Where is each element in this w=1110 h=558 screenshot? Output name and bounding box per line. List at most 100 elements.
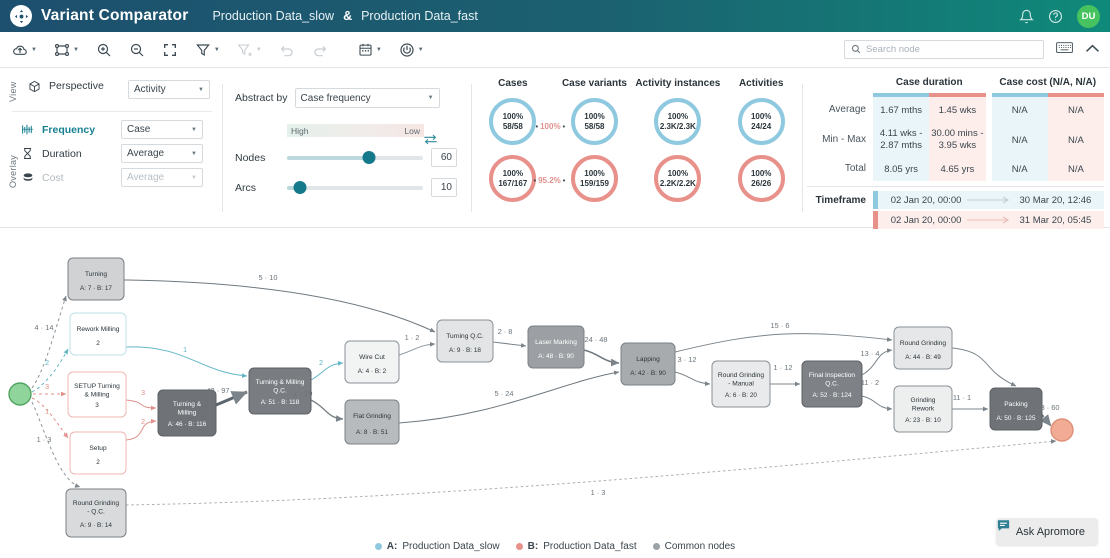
graph-edge[interactable]: [399, 344, 435, 355]
graph-node[interactable]: Flat GrindingA: 8 · B: 51: [345, 400, 399, 444]
arcs-slider-handle[interactable]: [294, 181, 307, 194]
graph-edge[interactable]: [311, 400, 343, 419]
chevron-up-icon[interactable]: [1085, 42, 1100, 57]
metric-header: Activities: [739, 78, 783, 89]
graph-edge[interactable]: [584, 350, 619, 363]
notification-bell-icon[interactable]: [1019, 9, 1034, 24]
dataset-b-name[interactable]: Production Data_fast: [361, 9, 478, 23]
frequency-select[interactable]: Case ▼: [121, 120, 203, 139]
duration-select[interactable]: Average ▼: [121, 144, 203, 163]
donut-value: 58/58: [503, 122, 523, 132]
graph-node[interactable]: Setup2: [70, 432, 126, 474]
graph-node-stats: A: 4 · B: 2: [358, 368, 387, 375]
graph-node[interactable]: Round Grinding- ManualA: 6 · B: 20: [712, 361, 770, 407]
power-dial-icon[interactable]: ▼: [397, 42, 426, 58]
donut-pct: 100%: [668, 169, 688, 179]
graph-node[interactable]: LappingA: 42 · B: 90: [621, 343, 675, 385]
start-node[interactable]: [9, 383, 31, 405]
nodes-slider[interactable]: [287, 156, 423, 160]
process-graph-canvas[interactable]: TurningA: 7 · B: 17 Rework Milling2 SETUP …: [0, 229, 1110, 558]
graph-edge-label: 1 · 19: [294, 389, 313, 398]
ask-apromore-button[interactable]: Ask Apromore: [996, 518, 1098, 545]
graph-node[interactable]: SETUP Turning& Milling3: [68, 372, 126, 417]
filter-icon[interactable]: ▼: [193, 42, 222, 58]
search-input[interactable]: [866, 44, 1037, 55]
chevron-down-icon[interactable]: ▼: [214, 47, 220, 53]
graph-edge[interactable]: [126, 400, 156, 408]
graph-node[interactable]: Laser MarkingA: 48 · B: 90: [528, 326, 584, 368]
metrics-donuts-panel: Cases 100% 58/58 100% 167/167 Case varia…: [472, 68, 802, 227]
export-cloud-icon[interactable]: ▼: [10, 42, 39, 58]
graph-node[interactable]: Final InspectionQ.C.A: 52 · B: 124: [802, 361, 862, 407]
graph-node[interactable]: Rework Milling2: [70, 313, 126, 355]
graph-edge[interactable]: [1042, 415, 1051, 426]
graph-edge[interactable]: [675, 372, 710, 384]
graph-node-label: Round Grinding: [73, 500, 120, 507]
graph-edge[interactable]: [952, 348, 1016, 386]
graph-edge[interactable]: [311, 363, 343, 380]
zoom-in-icon[interactable]: [94, 42, 114, 58]
end-node[interactable]: [1051, 419, 1073, 441]
abstract-by-select[interactable]: Case frequency ▼: [295, 88, 440, 108]
high-label: High: [291, 126, 308, 136]
process-graph[interactable]: TurningA: 7 · B: 17 Rework Milling2 SETUP …: [0, 229, 1110, 558]
graph-node[interactable]: TurningA: 7 · B: 17: [68, 258, 124, 300]
calendar-icon[interactable]: ▼: [356, 42, 384, 57]
high-low-gradient: High Low: [287, 124, 424, 137]
graph-node-stats: 2: [96, 340, 100, 347]
graph-node[interactable]: GrindingReworkA: 23 · B: 10: [894, 386, 952, 432]
cost-stack-icon: [20, 171, 35, 184]
arcs-value[interactable]: 10: [431, 178, 457, 197]
graph-edge[interactable]: [675, 334, 892, 352]
graph-node[interactable]: Turning Q.C.A: 9 · B: 18: [437, 320, 493, 362]
view-section-label: View: [8, 80, 18, 102]
graph-edge[interactable]: [493, 342, 526, 346]
zoom-out-icon[interactable]: [127, 42, 147, 58]
cell-total-cost-b: N/A: [1048, 157, 1104, 181]
arcs-slider[interactable]: [287, 186, 423, 190]
cell-minmax-cost-b: N/A: [1048, 123, 1104, 157]
graph-edge-label: 13 · 60: [1036, 403, 1059, 412]
chevron-down-icon[interactable]: ▼: [418, 47, 424, 53]
cell-avg-dur-b: 1.45 wks: [929, 97, 985, 123]
graph-edge[interactable]: [32, 296, 66, 388]
graph-edge-label: 2: [45, 358, 49, 367]
chevron-down-icon[interactable]: ▼: [73, 47, 79, 53]
dataset-a-name[interactable]: Production Data_slow: [212, 9, 334, 23]
graph-node[interactable]: Round GrindingA: 44 · B: 49: [894, 327, 952, 369]
cell-minmax-dur-b: 30.00 mins - 3.95 wks: [929, 123, 985, 157]
chevron-down-icon[interactable]: ▼: [31, 47, 37, 53]
graph-node-label: Q.C.: [273, 388, 287, 395]
nodes-slider-handle[interactable]: [362, 151, 375, 164]
low-label: Low: [404, 126, 420, 136]
case-duration-header: Case duration: [873, 77, 986, 88]
swap-arrows-icon[interactable]: [423, 132, 438, 150]
view-overlay-panel: View Perspective Activity ▼ Overlay: [0, 68, 222, 227]
graph-edge[interactable]: [32, 349, 68, 392]
graph-node[interactable]: Round Grinding- Q.C.A: 9 · B: 14: [66, 489, 126, 537]
connector-label-a: 100%: [534, 122, 567, 131]
keyboard-icon[interactable]: [1056, 41, 1073, 59]
graph-node-label: Milling: [178, 410, 197, 417]
graph-edge[interactable]: [124, 280, 435, 332]
graph-node[interactable]: Wire CutA: 4 · B: 2: [345, 341, 399, 383]
graph-edge[interactable]: [32, 398, 68, 438]
metric-column-activity-instances: Activity instances 100% 2.3K/2.3K 100% 2…: [635, 78, 720, 227]
nodes-value[interactable]: 60: [431, 148, 457, 167]
avatar[interactable]: DU: [1077, 5, 1100, 28]
graph-node-label: Grinding: [911, 397, 936, 404]
legend-item-common: Common nodes: [653, 541, 736, 552]
fit-screen-icon[interactable]: [160, 42, 180, 58]
graph-node-stats: A: 50 · B: 125: [996, 415, 1036, 422]
help-circle-icon[interactable]: [1048, 9, 1063, 24]
top-bar-actions: DU: [1019, 5, 1100, 28]
search-node-box[interactable]: [844, 40, 1044, 59]
graph-node[interactable]: PackingA: 50 · B: 125: [990, 388, 1042, 430]
perspective-select[interactable]: Activity ▼: [128, 80, 210, 99]
graph-edge-label: 13 · 4: [861, 349, 880, 358]
graph-edge[interactable]: [862, 396, 892, 409]
graph-layout-icon[interactable]: ▼: [52, 42, 81, 58]
chevron-down-icon: ▼: [191, 127, 197, 133]
graph-node[interactable]: Turning &MillingA: 46 · B: 116: [158, 390, 216, 436]
chevron-down-icon[interactable]: ▼: [376, 47, 382, 53]
